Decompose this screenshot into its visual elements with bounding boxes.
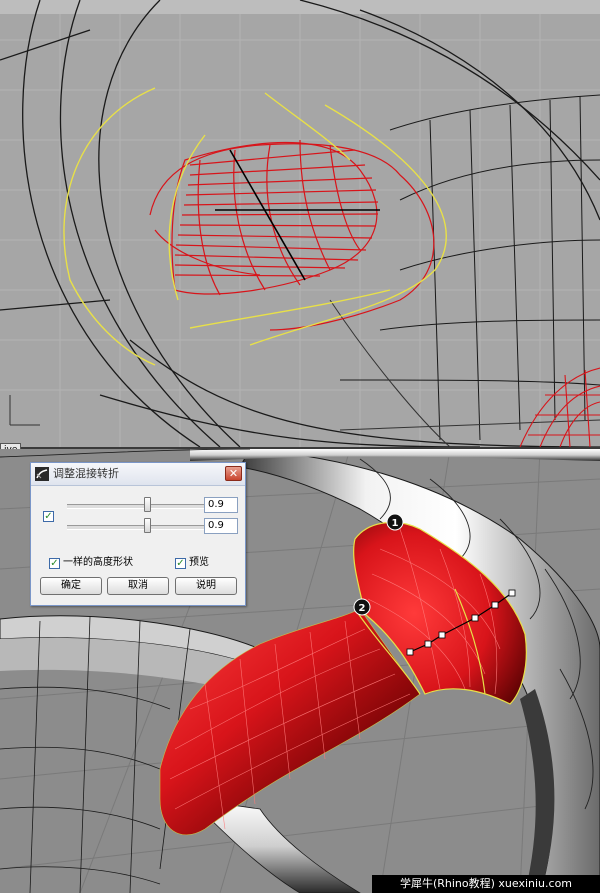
axis-icon: [9, 395, 40, 426]
dialog-titlebar[interactable]: 调整混接转折 ✕: [31, 463, 245, 486]
slider-1[interactable]: [67, 497, 223, 513]
ok-button[interactable]: 确定: [40, 577, 102, 595]
help-button[interactable]: 说明: [175, 577, 237, 595]
svg-text:1: 1: [392, 518, 399, 529]
same-height-label: 一样的高度形状: [63, 557, 133, 568]
link-sliders-checkbox[interactable]: ✓: [43, 511, 54, 522]
dialog-title: 调整混接转折: [53, 467, 119, 480]
adjust-blend-bulge-dialog: 调整混接转折 ✕ ✓ 0.9 0.9 ✓ 一样的高度形状 ✓ 预览 确定 取消 …: [30, 462, 246, 606]
site-watermark: 学犀牛(Rhino教程) xuexiniu.com: [372, 875, 600, 893]
marker-2: 2: [353, 598, 371, 616]
marker-1: 1: [386, 513, 404, 531]
wireframe-canvas: [0, 0, 600, 447]
slider-1-value-field[interactable]: 0.9: [204, 497, 238, 513]
same-height-checkbox[interactable]: ✓: [49, 558, 60, 569]
check-icon: ✓: [44, 511, 53, 522]
slider-2-value-field[interactable]: 0.9: [204, 518, 238, 534]
check-icon: ✓: [176, 558, 185, 569]
slider-1-thumb[interactable]: [144, 497, 151, 512]
svg-text:2: 2: [359, 603, 366, 614]
preview-label: 预览: [189, 557, 209, 568]
check-icon: ✓: [50, 558, 59, 569]
preview-checkbox[interactable]: ✓: [175, 558, 186, 569]
slider-2[interactable]: [67, 518, 223, 534]
cancel-button[interactable]: 取消: [107, 577, 169, 595]
blend-tool-icon: [35, 467, 49, 481]
slider-1-track[interactable]: [67, 504, 217, 509]
slider-2-thumb[interactable]: [144, 518, 151, 533]
top-viewport[interactable]: [0, 0, 600, 447]
slider-2-track[interactable]: [67, 525, 217, 530]
close-icon[interactable]: ✕: [225, 466, 242, 481]
